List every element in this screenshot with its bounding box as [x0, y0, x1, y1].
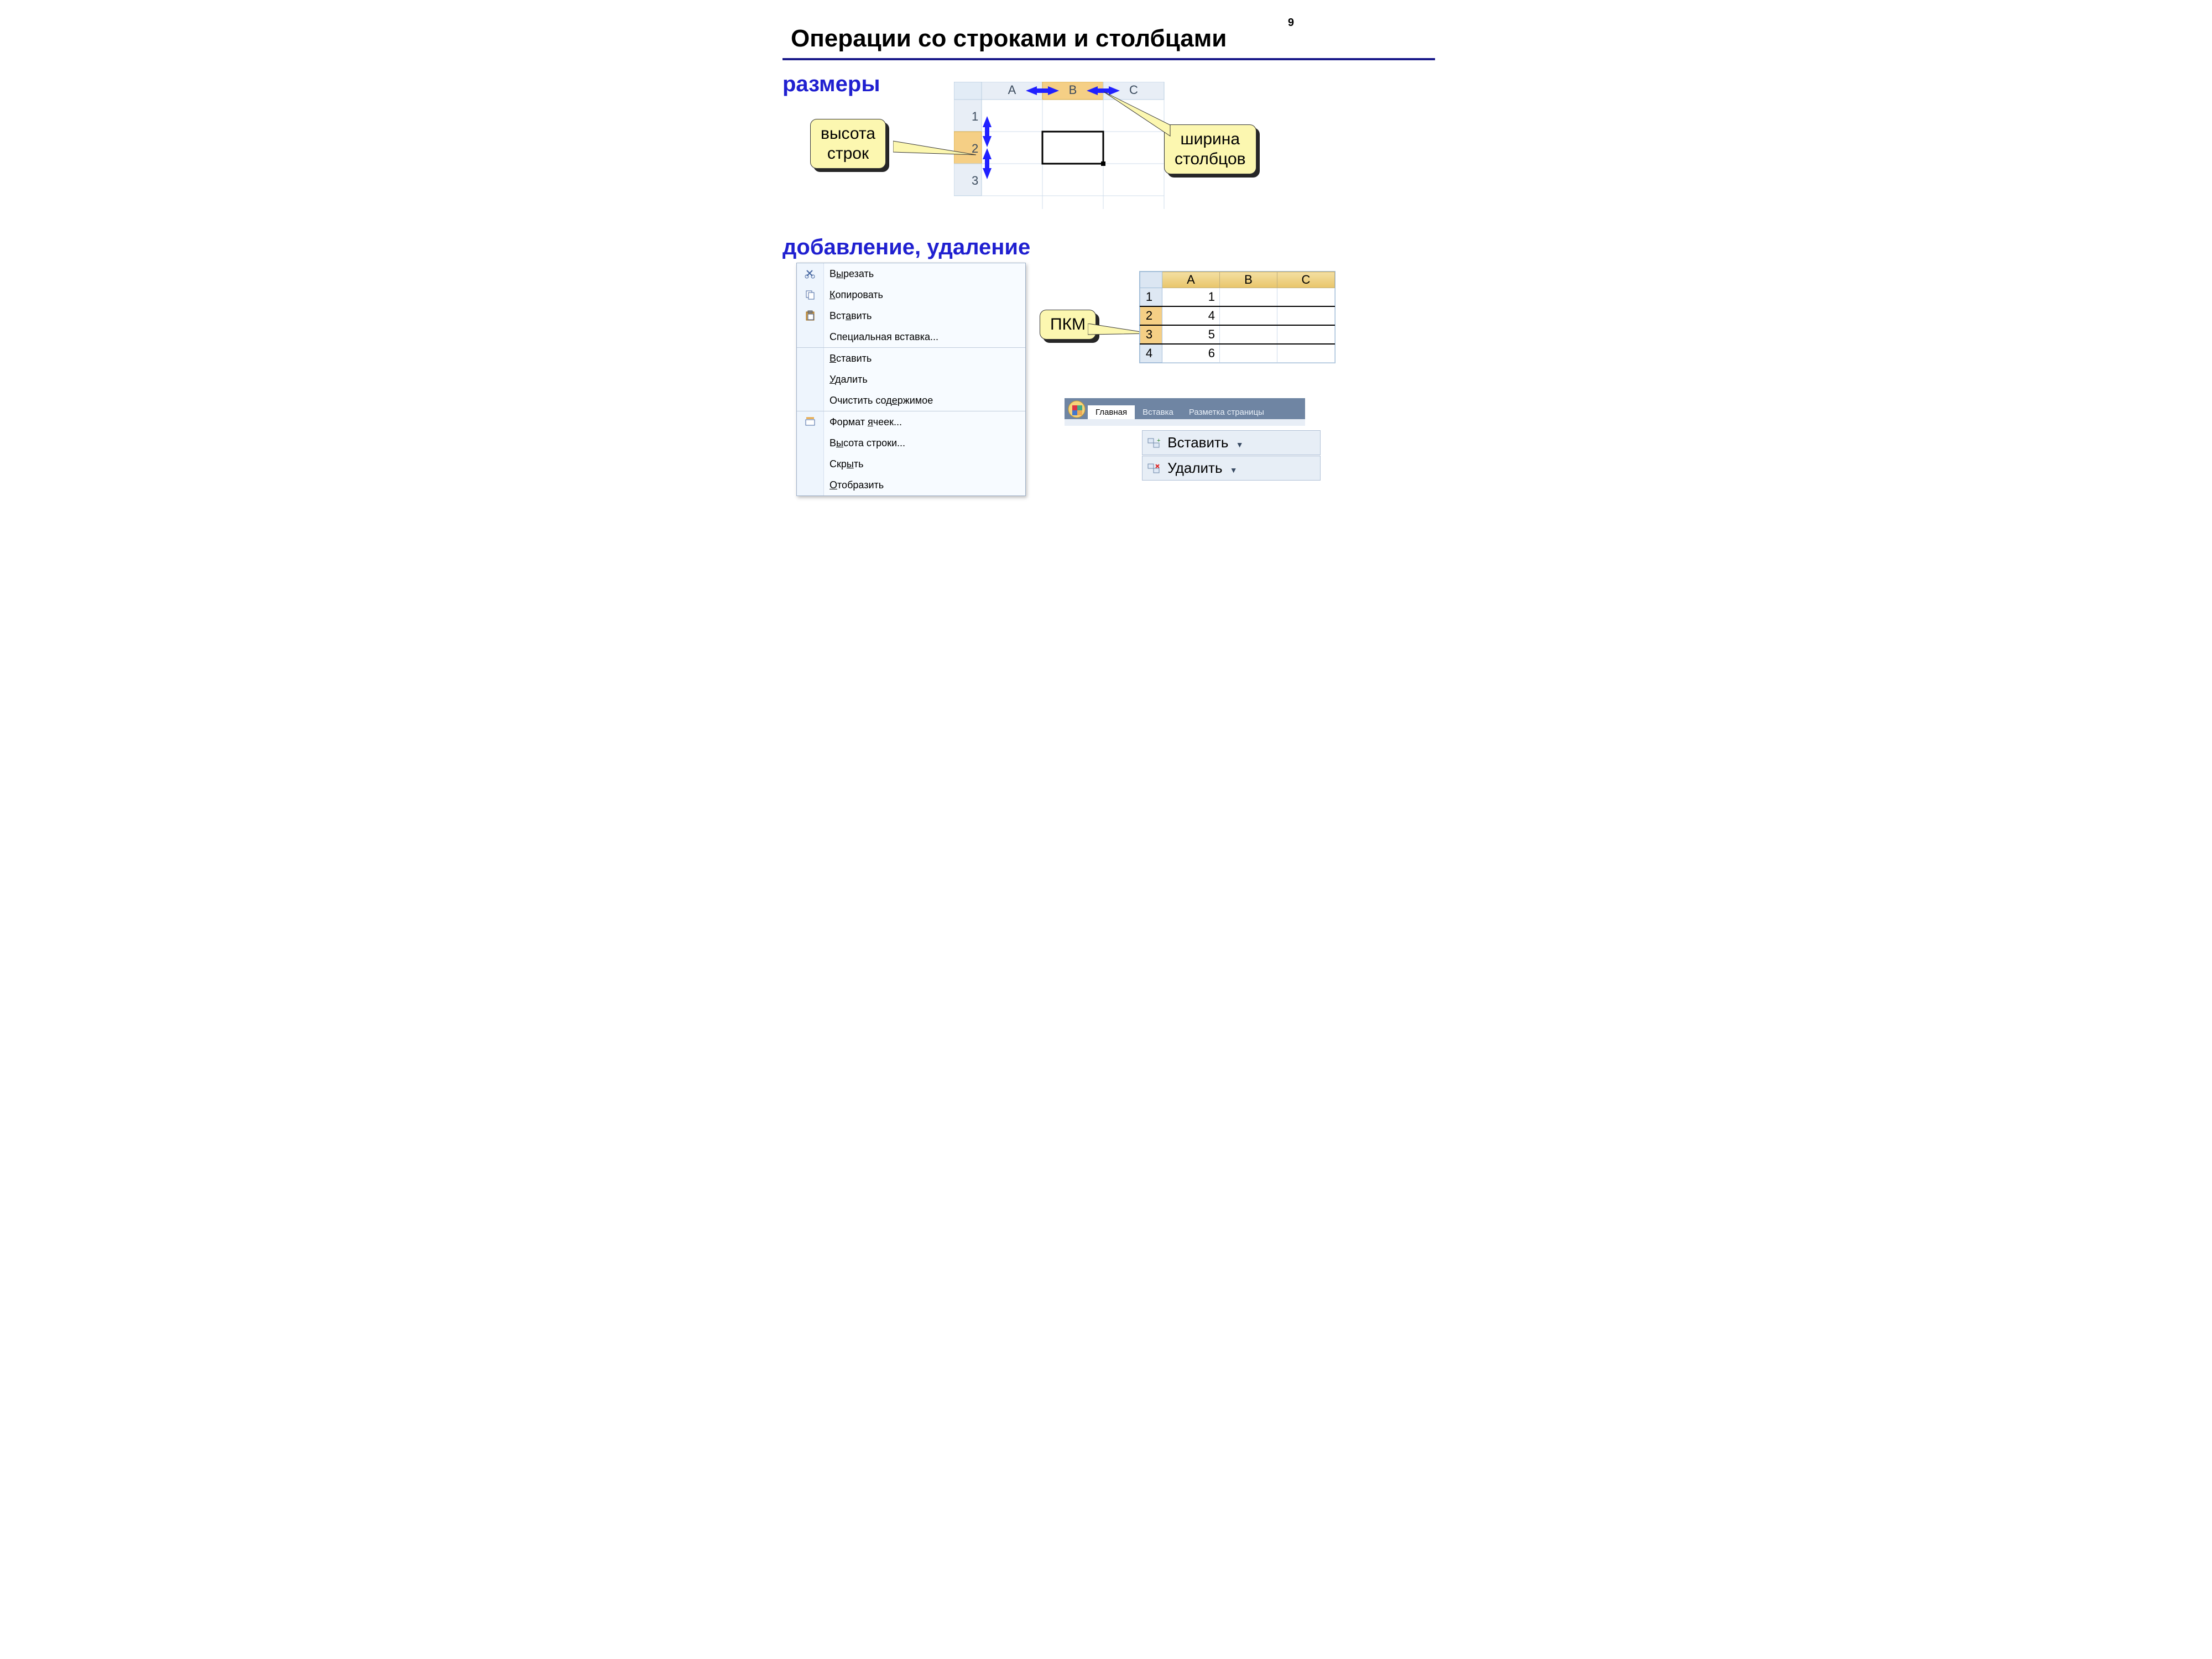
- col-header[interactable]: B: [1220, 272, 1277, 288]
- ribbon-tab[interactable]: Разметка страницы: [1181, 405, 1272, 419]
- cell[interactable]: [1220, 288, 1277, 307]
- row-resize-arrows-icon: [983, 116, 992, 179]
- delete-cells-icon: [1147, 463, 1161, 475]
- callout-row-height: высота строк: [810, 119, 886, 169]
- cell[interactable]: [1277, 344, 1335, 363]
- cell[interactable]: 5: [1162, 325, 1220, 344]
- dropdown-caret-icon[interactable]: ▼: [1236, 440, 1244, 449]
- context-menu-label: Удалить: [824, 374, 868, 385]
- insert-cells-icon: +: [1147, 437, 1161, 450]
- data-grid[interactable]: ABC11243546: [1139, 271, 1335, 363]
- context-menu-item[interactable]: Очистить содержимое: [797, 390, 1025, 411]
- svg-text:+: +: [1157, 437, 1160, 444]
- context-menu-item[interactable]: Отобразить: [797, 474, 1025, 495]
- blank-icon: [797, 390, 824, 411]
- cell[interactable]: [1277, 306, 1335, 325]
- blank-icon: [797, 326, 824, 347]
- context-menu-label: Формат ячеек...: [824, 416, 902, 428]
- cell[interactable]: 1: [1162, 288, 1220, 307]
- context-menu-item[interactable]: Высота строки...: [797, 432, 1025, 453]
- svg-text:1: 1: [972, 109, 978, 123]
- callout-col-width: ширина столбцов: [1164, 124, 1256, 174]
- blank-icon: [797, 453, 824, 474]
- context-menu-item[interactable]: Вставить: [797, 305, 1025, 326]
- cell[interactable]: [1277, 325, 1335, 344]
- cell[interactable]: [1220, 325, 1277, 344]
- format-icon: [797, 411, 824, 432]
- col-header[interactable]: A: [1162, 272, 1220, 288]
- title-underline: [782, 58, 1435, 60]
- ribbon-tab[interactable]: Главная: [1088, 405, 1135, 419]
- grid-corner[interactable]: [1140, 272, 1162, 288]
- page-title: Операции со строками и столбцами: [791, 25, 1227, 53]
- cell[interactable]: 6: [1162, 344, 1220, 363]
- ribbon-delete-button[interactable]: Удалить ▼: [1142, 456, 1321, 481]
- page-number: 9: [1288, 17, 1294, 29]
- col-header[interactable]: C: [1277, 272, 1335, 288]
- context-menu-label: Отобразить: [824, 479, 884, 491]
- context-menu-item[interactable]: Копировать: [797, 284, 1025, 305]
- context-menu-item[interactable]: Удалить: [797, 369, 1025, 390]
- row-header[interactable]: 1: [1140, 288, 1162, 307]
- context-menu-label: Высота строки...: [824, 437, 905, 449]
- context-menu-item[interactable]: Вырезать: [797, 263, 1025, 284]
- ribbon-delete-label: Удалить: [1167, 460, 1222, 476]
- ribbon-tab[interactable]: Вставка: [1135, 405, 1181, 419]
- paste-icon: [797, 305, 824, 326]
- blank-icon: [797, 369, 824, 390]
- context-menu-label: Скрыть: [824, 458, 863, 470]
- ribbon-insert-button[interactable]: + Вставить ▼: [1142, 430, 1321, 455]
- row-header[interactable]: 4: [1140, 344, 1162, 363]
- cut-icon: [797, 263, 824, 284]
- context-menu-label: Копировать: [824, 289, 883, 301]
- subheading-add-delete: добавление, удаление: [782, 235, 1030, 260]
- callout-col-width-pointer: [1104, 92, 1176, 142]
- context-menu-label: Вставить: [824, 310, 872, 322]
- context-menu-label: Вставить: [824, 353, 872, 364]
- row-header[interactable]: 3: [1140, 325, 1162, 344]
- context-menu-label: Очистить содержимое: [824, 395, 933, 406]
- subheading-sizes: размеры: [782, 72, 880, 97]
- context-menu-label: Вырезать: [824, 268, 874, 280]
- col-header-B: B: [1069, 83, 1077, 97]
- context-menu-item[interactable]: Специальная вставка...: [797, 326, 1025, 347]
- cell[interactable]: [1220, 306, 1277, 325]
- context-menu-item[interactable]: Вставить: [797, 347, 1025, 369]
- context-menu-item[interactable]: Формат ячеек...: [797, 411, 1025, 432]
- context-menu-item[interactable]: Скрыть: [797, 453, 1025, 474]
- copy-icon: [797, 284, 824, 305]
- dropdown-caret-icon[interactable]: ▼: [1230, 466, 1238, 474]
- callout-row-height-pointer: [893, 135, 982, 169]
- col-header-A: A: [1008, 83, 1016, 97]
- row-header[interactable]: 2: [1140, 306, 1162, 325]
- blank-icon: [797, 348, 824, 369]
- cell[interactable]: [1220, 344, 1277, 363]
- context-menu-label: Специальная вставка...: [824, 331, 938, 343]
- blank-icon: [797, 474, 824, 495]
- cell[interactable]: [1277, 288, 1335, 307]
- context-menu[interactable]: Вырезать Копировать Вставить Специальная вс…: [796, 263, 1026, 496]
- office-button-icon[interactable]: [1067, 400, 1086, 419]
- ribbon-insert-label: Вставить: [1167, 434, 1228, 451]
- blank-icon: [797, 432, 824, 453]
- ribbon-tabs[interactable]: ГлавнаяВставкаРазметка страницы: [1065, 398, 1305, 426]
- svg-text:3: 3: [972, 174, 978, 187]
- cell[interactable]: 4: [1162, 306, 1220, 325]
